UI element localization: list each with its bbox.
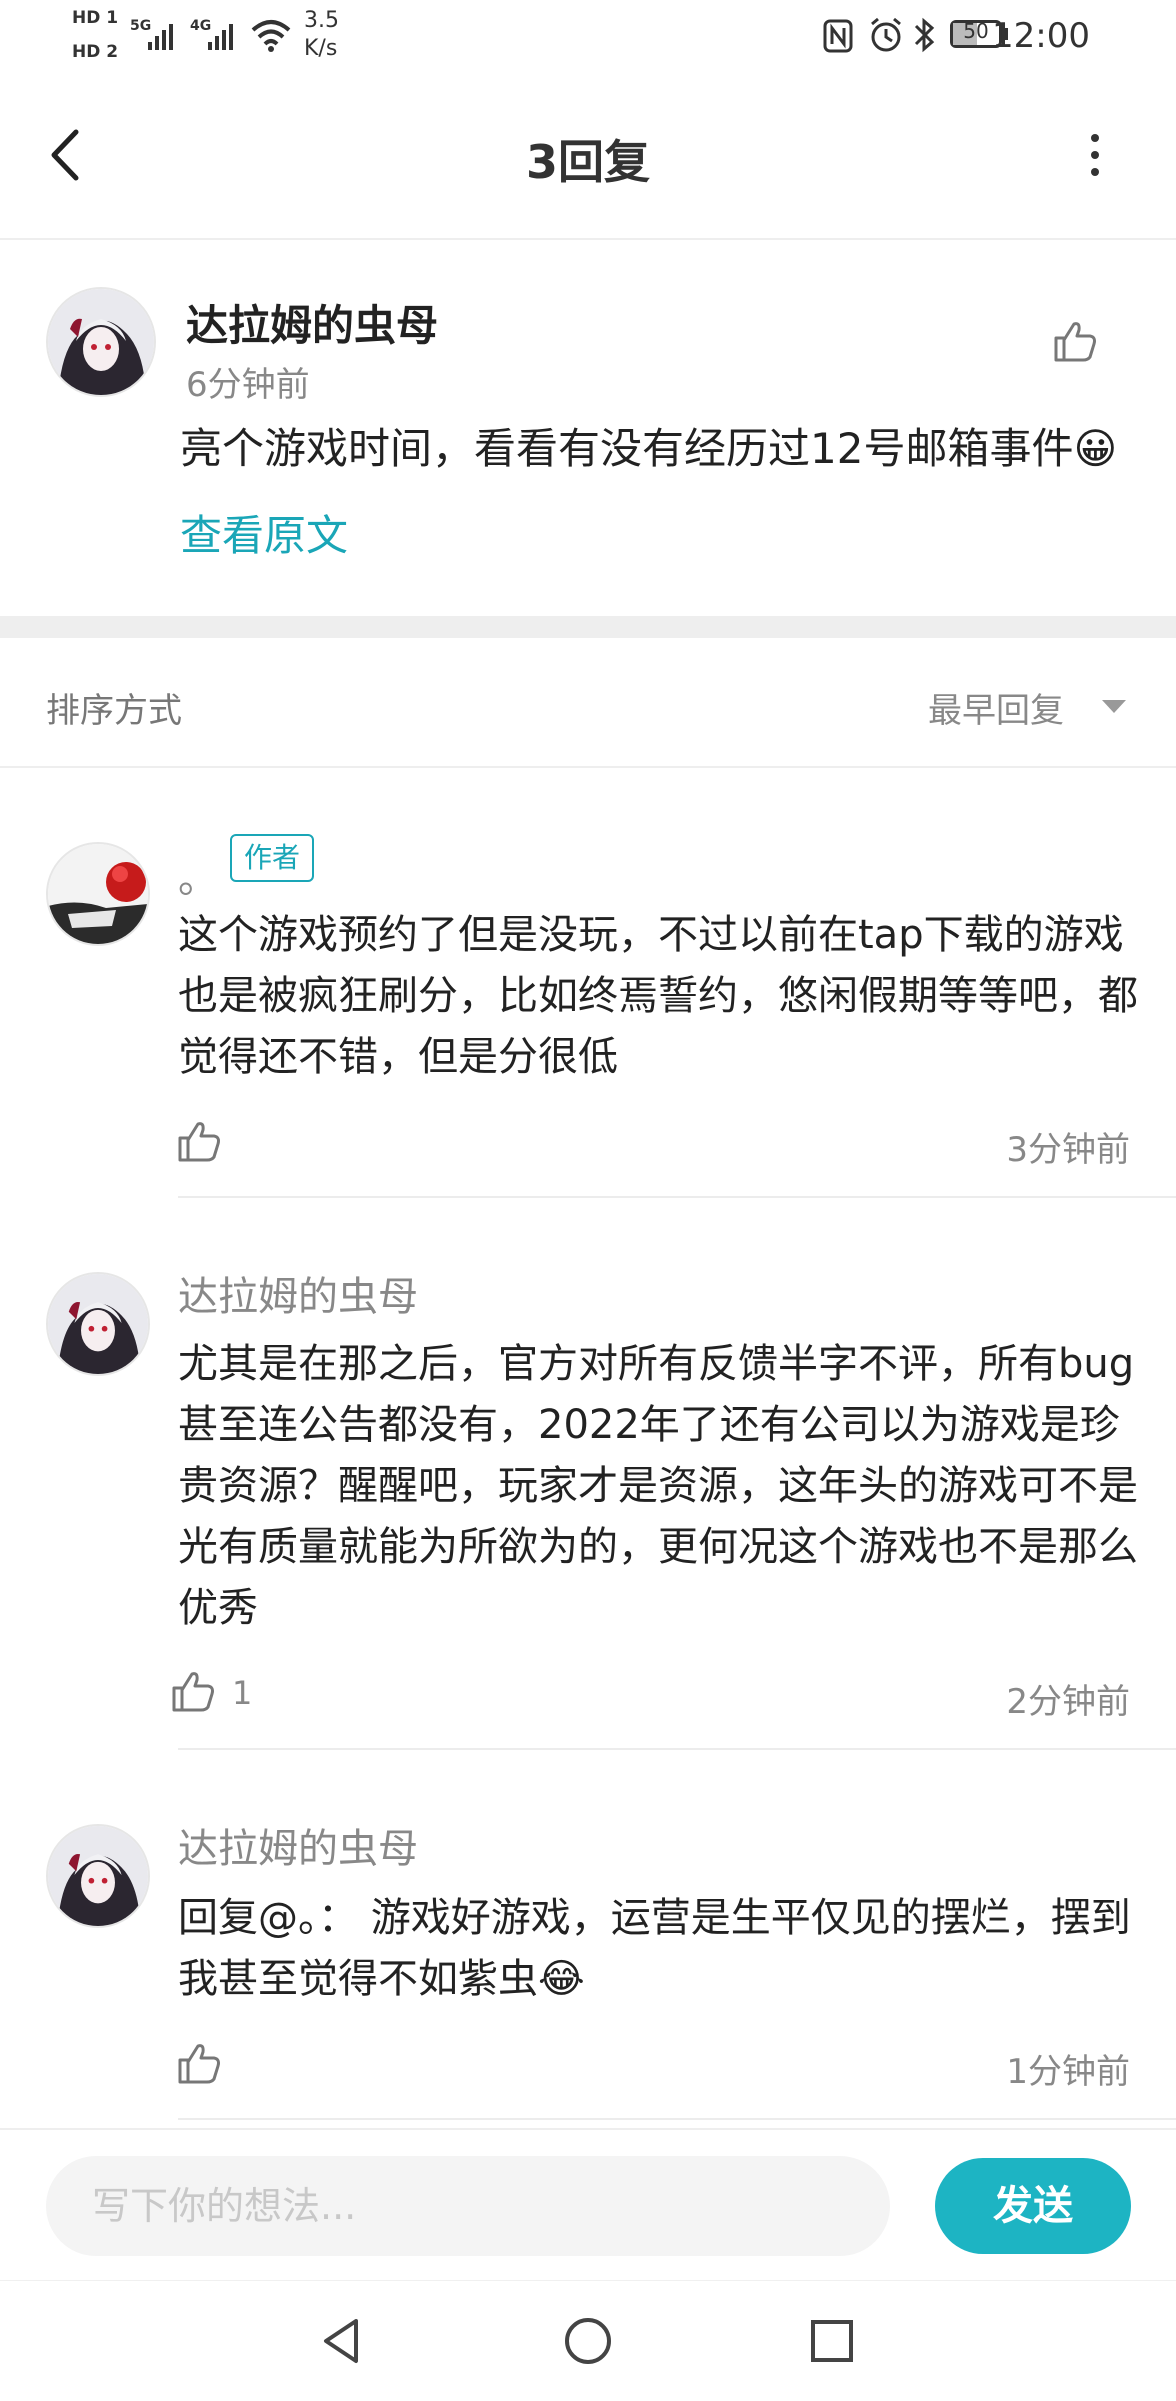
reply-like-icon[interactable] [176, 1118, 222, 1164]
section-separator [0, 616, 1176, 638]
reply-avatar[interactable] [46, 842, 150, 946]
sort-label: 排序方式 [46, 691, 182, 731]
nav-back-icon[interactable] [318, 2315, 366, 2367]
signal-icon [148, 24, 173, 50]
reply-author-name[interactable]: 达拉姆的虫母 [178, 1816, 418, 1874]
wifi-icon [251, 20, 291, 52]
status-bar: HD 1 HD 2 5G 4G 3.5 K/s 50 12:00 [0, 0, 1176, 78]
reply-author-name[interactable]: 达拉姆的虫母 [178, 1264, 418, 1322]
more-options-icon[interactable] [1080, 130, 1110, 180]
sort-dropdown[interactable]: 最早回复 [928, 683, 1064, 732]
post-like-icon[interactable] [1052, 318, 1098, 364]
post-content: 亮个游戏时间，看看有没有经历过12号邮箱事件😀 [180, 424, 1118, 473]
reply-composer: 发送 [0, 2128, 1176, 2282]
nav-recents-icon[interactable] [808, 2317, 856, 2365]
top-bar: 3回复 [0, 78, 1176, 240]
nfc-icon [823, 19, 853, 53]
reply-divider [178, 1196, 1176, 1198]
reply-content: 这个游戏预约了但是没玩，不过以前在tap下载的游戏也是被疯狂刷分，比如终焉誓约，… [178, 912, 1138, 1080]
view-original-link[interactable]: 查看原文 [180, 502, 348, 563]
reply-like-icon[interactable] [170, 1668, 216, 1714]
reply-author-name[interactable]: 。 [178, 846, 218, 904]
caret-down-icon[interactable] [1102, 700, 1126, 713]
signal-icon-2 [208, 24, 233, 50]
post-timestamp: 6分钟前 [186, 365, 310, 405]
reply-divider [178, 1748, 1176, 1750]
reply-timestamp: 2分钟前 [1006, 1682, 1130, 1722]
reply-content: 回复@。： 游戏好游戏，运营是生平仅见的摆烂，摆到我甚至觉得不如紫虫😂 [178, 1895, 1131, 2002]
reply-divider [178, 2118, 1176, 2120]
send-button[interactable]: 发送 [935, 2158, 1131, 2254]
reply-avatar[interactable] [46, 1272, 150, 1376]
sort-bar: 排序方式 最早回复 [0, 638, 1176, 768]
net-speed-unit: K/s [304, 36, 338, 61]
comment-input[interactable] [46, 2156, 890, 2256]
reply-like-count: 1 [232, 1674, 253, 1712]
hd1-indicator: HD 1 [72, 8, 119, 28]
post-author-avatar[interactable] [46, 287, 156, 397]
alarm-icon [871, 17, 901, 52]
net-speed-value: 3.5 [304, 8, 339, 33]
reply-timestamp: 1分钟前 [1006, 2052, 1130, 2092]
nav-home-icon[interactable] [562, 2315, 614, 2367]
reply-avatar[interactable] [46, 1824, 150, 1928]
clock: 12:00 [992, 16, 1090, 56]
reply-content: 尤其是在那之后，官方对所有反馈半字不评，所有bug甚至连公告都没有，2022年了… [178, 1341, 1138, 1631]
bluetooth-icon [914, 17, 935, 53]
system-nav-bar [0, 2280, 1176, 2401]
hd2-indicator: HD 2 [72, 42, 119, 62]
author-badge: 作者 [230, 834, 315, 882]
reply-like-icon[interactable] [176, 2040, 222, 2086]
post-author-name[interactable]: 达拉姆的虫母 [186, 292, 438, 353]
reply-timestamp: 3分钟前 [1006, 1130, 1130, 1170]
page-title: 3回复 [525, 135, 650, 189]
